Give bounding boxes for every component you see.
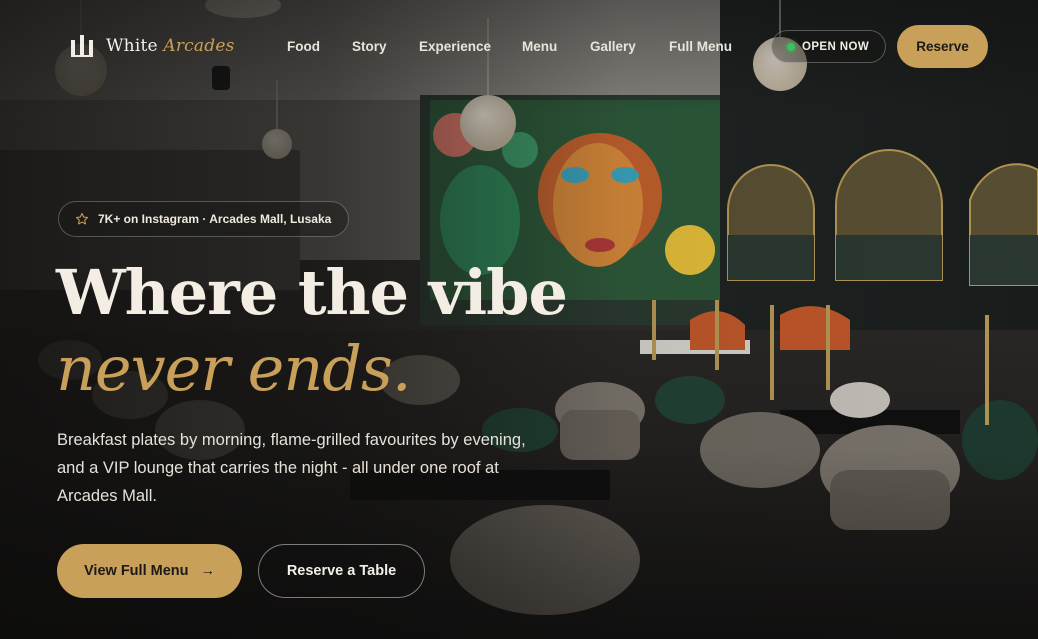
brand-name-plain: White xyxy=(106,36,158,56)
view-full-menu-label: View Full Menu xyxy=(84,563,189,579)
nav-link-menu[interactable]: Menu xyxy=(522,39,557,54)
brand-logo[interactable]: White Arcades xyxy=(68,32,235,60)
star-icon xyxy=(75,212,89,225)
hero-headline-accent: never ends. xyxy=(56,332,412,405)
arrow-right-icon: → xyxy=(200,563,215,579)
nav-link-gallery[interactable]: Gallery xyxy=(590,39,636,54)
view-full-menu-button[interactable]: View Full Menu → xyxy=(57,544,242,598)
nav-reserve-button[interactable]: Reserve xyxy=(897,25,988,68)
open-status-badge: OPEN NOW xyxy=(771,30,887,63)
arcades-logo-icon xyxy=(71,35,93,57)
brand-name-italic: Arcades xyxy=(163,36,235,56)
hero-headline: Where the vibe xyxy=(56,256,568,329)
hero-description: Breakfast plates by morning, flame-grill… xyxy=(57,431,526,505)
nav-link-story[interactable]: Story xyxy=(352,39,387,54)
instagram-badge: 7K+ on Instagram · Arcades Mall, Lusaka xyxy=(58,201,350,237)
open-status-label: OPEN NOW xyxy=(802,40,870,53)
top-navigation: White Arcades Food Story Experience Menu… xyxy=(0,0,1038,94)
nav-link-full-menu[interactable]: Full Menu xyxy=(669,39,732,54)
badge-text: 7K+ on Instagram · Arcades Mall, Lusaka xyxy=(98,212,332,226)
nav-link-food[interactable]: Food xyxy=(287,39,320,54)
brand-name: White Arcades xyxy=(106,36,235,56)
nav-link-experience[interactable]: Experience xyxy=(419,39,491,54)
status-dot-icon xyxy=(787,42,795,51)
reserve-table-button[interactable]: Reserve a Table xyxy=(258,544,425,598)
